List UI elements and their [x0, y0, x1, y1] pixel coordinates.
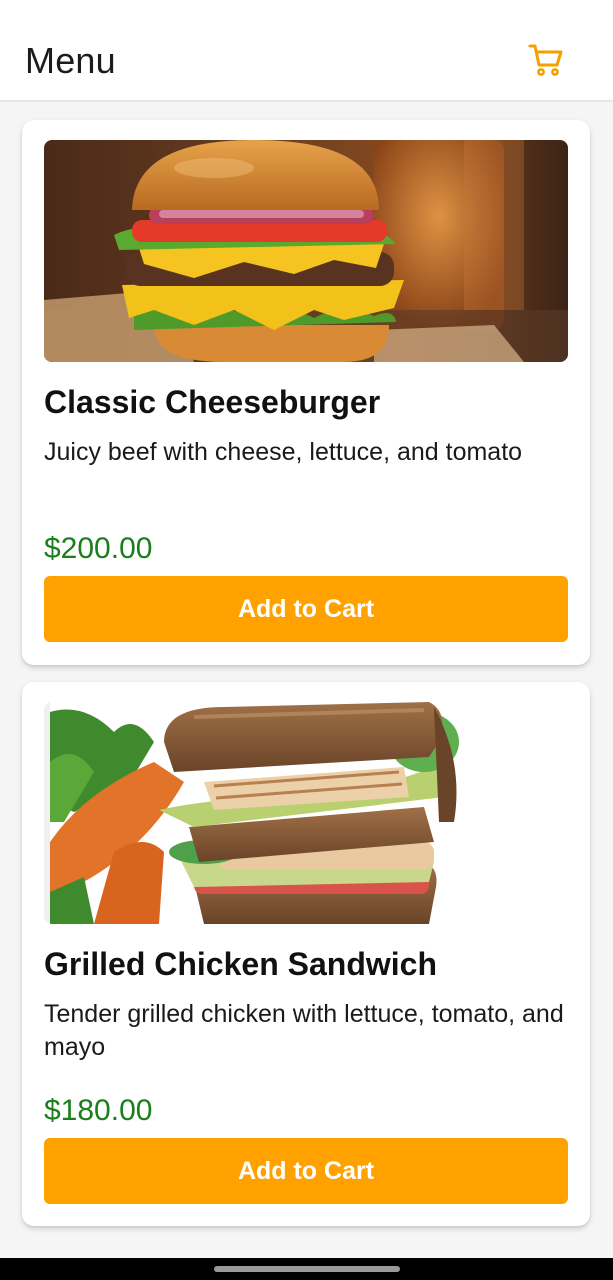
system-navigation-bar [0, 1258, 613, 1280]
add-to-cart-button[interactable]: Add to Cart [44, 1138, 568, 1204]
item-name: Classic Cheeseburger [44, 384, 381, 420]
menu-list: Classic Cheeseburger Juicy beef with che… [0, 102, 613, 1258]
cart-icon [528, 44, 563, 76]
add-to-cart-button[interactable]: Add to Cart [44, 576, 568, 642]
home-gesture-handle[interactable] [214, 1266, 400, 1272]
menu-item-card: Classic Cheeseburger Juicy beef with che… [22, 120, 590, 665]
item-description: Tender grilled chicken with lettuce, tom… [44, 1000, 564, 1061]
cart-button[interactable] [524, 38, 568, 82]
page-title: Menu [25, 40, 116, 81]
cheeseburger-photo [44, 140, 568, 362]
item-name: Grilled Chicken Sandwich [44, 946, 437, 982]
item-price: $200.00 [44, 532, 153, 565]
menu-item-card: Grilled Chicken Sandwich Tender grilled … [22, 682, 590, 1226]
chicken-sandwich-photo [44, 702, 568, 924]
item-price: $180.00 [44, 1094, 153, 1127]
app-bar: Menu [0, 0, 613, 101]
item-description: Juicy beef with cheese, lettuce, and tom… [44, 438, 523, 466]
